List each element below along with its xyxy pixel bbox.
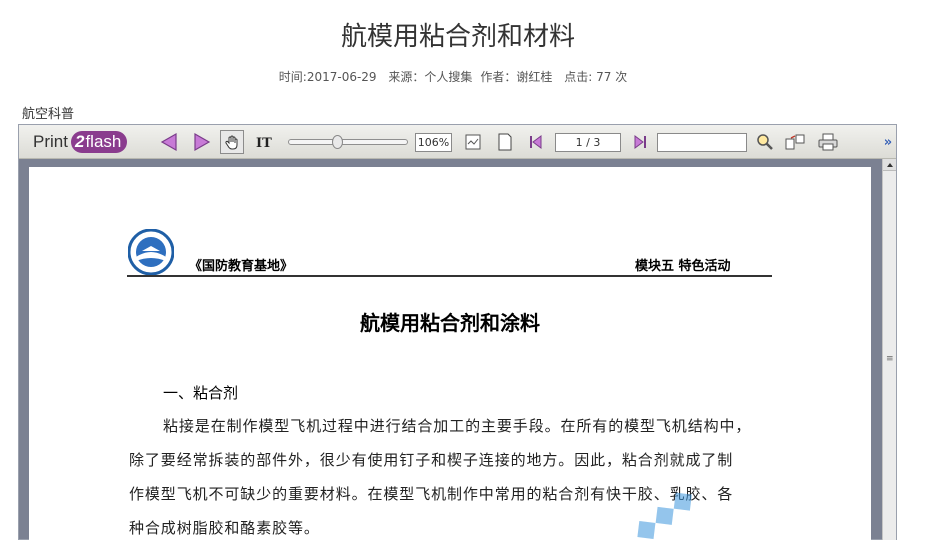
right-arrow-icon[interactable] [190, 130, 214, 154]
text-select-icon[interactable]: IT [253, 130, 277, 154]
meta-author: 作者：谢红桂 [480, 70, 553, 84]
page-number-field[interactable]: 1 / 3 [555, 133, 621, 152]
seal-logo-icon [127, 228, 175, 276]
section-heading: 一、粘合剂 [163, 384, 239, 402]
prev-page-icon[interactable] [525, 130, 549, 154]
meta-clicks: 点击: 77 次 [564, 70, 628, 84]
doc-title: 航模用粘合剂和涂料 [360, 311, 540, 335]
open-external-icon[interactable] [783, 130, 807, 154]
next-page-icon[interactable] [627, 130, 651, 154]
body-line: 除了要经常拆装的部件外，很少有使用钉子和楔子连接的地方。因此，粘合剂就成了制 [129, 451, 734, 469]
doc-header-left: 《国防教育基地》 [189, 259, 294, 274]
document-page: 《国防教育基地》 模块五 特色活动 航模用粘合剂和涂料 一、粘合剂 粘接是在制作… [29, 167, 871, 540]
meta-time: 时间:2017-06-29 [278, 70, 377, 84]
scroll-grip-icon[interactable]: ≡ [886, 355, 894, 364]
logo-flash-text: flash [85, 132, 122, 151]
svg-text:IT: IT [256, 136, 272, 150]
body-line: 种合成树脂胶和酪素胶等。 [129, 519, 320, 537]
doc-header-rule [127, 275, 772, 277]
document-viewer: Print 2 flash IT 106% 1 / 3 » 《国防教育基地》 模… [18, 124, 897, 540]
doc-header-right: 模块五 特色活动 [635, 259, 731, 274]
logo-print-text: Print [33, 132, 68, 151]
scroll-up-button[interactable] [883, 159, 896, 171]
article-title: 航模用粘合剂和材料 [340, 22, 575, 52]
fit-width-icon[interactable] [461, 130, 485, 154]
meta-source: 来源：个人搜集 [388, 70, 473, 84]
fit-page-icon[interactable] [493, 130, 517, 154]
logo-two: 2 [74, 132, 85, 151]
zoom-slider-thumb[interactable] [332, 135, 343, 149]
viewer-toolbar: Print 2 flash IT 106% 1 / 3 » [19, 125, 896, 159]
article-category: 航空科普 [22, 107, 75, 122]
print2flash-logo: Print 2 flash [33, 130, 128, 154]
logo-flash-badge: 2 flash [70, 131, 128, 153]
search-input[interactable] [657, 133, 747, 152]
article-meta: 时间:2017-06-29 来源：个人搜集 作者：谢红桂 点击: 77 次 [0, 68, 906, 85]
toolbar-more-button[interactable]: » [881, 130, 895, 154]
vertical-scrollbar[interactable]: ≡ [882, 159, 896, 540]
hand-tool-icon[interactable] [220, 130, 244, 154]
body-line: 粘接是在制作模型飞机过程中进行结合加工的主要手段。在所有的模型飞机结构中， [163, 417, 752, 435]
zoom-level-field[interactable]: 106% [415, 133, 452, 152]
zoom-slider-track[interactable] [288, 135, 408, 149]
print-icon[interactable] [816, 130, 840, 154]
search-icon[interactable] [753, 130, 777, 154]
zoom-slider[interactable] [287, 130, 409, 154]
left-arrow-icon[interactable] [157, 130, 181, 154]
body-line: 作模型飞机不可缺少的重要材料。在模型飞机制作中常用的粘合剂有快干胶、乳胶、各 [129, 485, 734, 503]
